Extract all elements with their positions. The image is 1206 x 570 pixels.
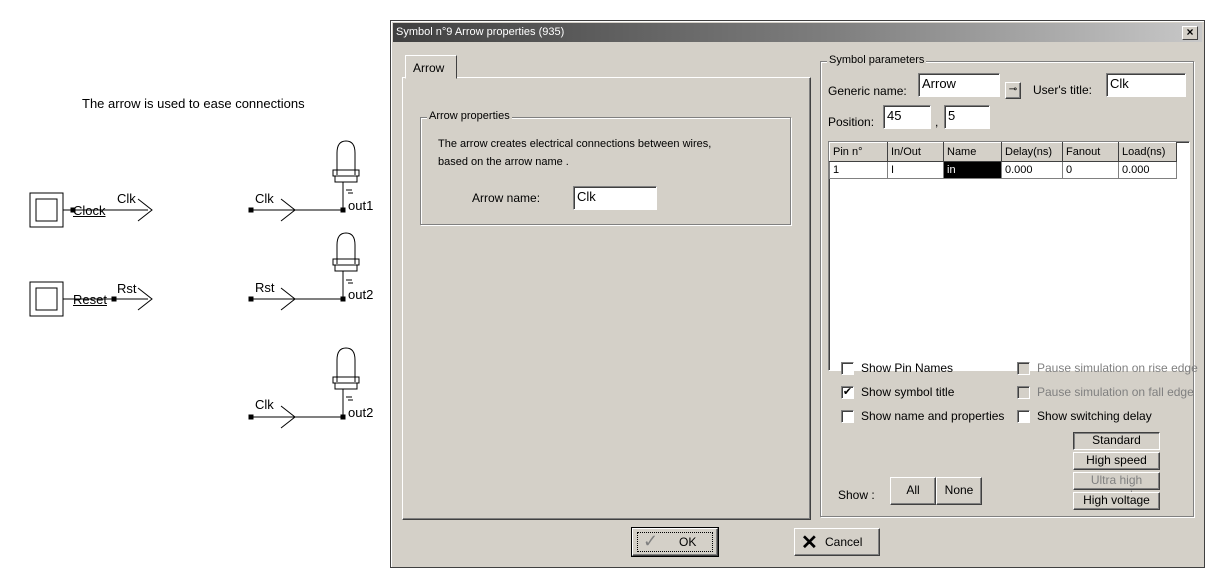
pause-fall-checkbox[interactable]: [1017, 386, 1030, 399]
pause-rise-label: Pause simulation on rise edge: [1037, 361, 1198, 375]
pin-cell[interactable]: 0.000: [1118, 161, 1177, 179]
show-switching-delay-label: Show switching delay: [1037, 409, 1152, 423]
pause-fall-label: Pause simulation on fall edge: [1037, 385, 1194, 399]
show-name-props-checkbox[interactable]: [841, 410, 854, 423]
show-symbol-title-label: Show symbol title: [861, 385, 955, 399]
position-label: Position:: [828, 115, 875, 129]
show-switching-delay-checkbox[interactable]: [1017, 410, 1030, 423]
cancel-button[interactable]: ✕ Cancel: [794, 528, 880, 556]
clk-arrow-label-1: Clk: [117, 191, 136, 206]
reset-input-label: Reset: [73, 292, 107, 307]
tab-arrow[interactable]: Arrow: [405, 55, 457, 79]
ok-button[interactable]: ✓ OK: [631, 527, 719, 557]
led2-circuit: [248, 232, 360, 311]
led1-circuit: [248, 140, 360, 222]
clk-arrow-label-3: Clk: [255, 397, 274, 412]
dialog-title: Symbol n°9 Arrow properties (935): [396, 26, 565, 38]
rst-arrow-label-2: Rst: [255, 280, 275, 295]
pin-cell[interactable]: 1: [829, 161, 888, 179]
out2-label-b: out2: [348, 405, 374, 420]
clock-input-label: Clock: [73, 203, 106, 218]
check-icon: ✔: [842, 386, 853, 398]
ultra-high-speed-button[interactable]: Ultra high speed: [1073, 472, 1160, 502]
position-y-input[interactable]: 5: [944, 105, 990, 129]
position-x-input[interactable]: 45: [883, 105, 931, 129]
pin-cell[interactable]: I: [887, 161, 944, 179]
arrow-properties-dialog: Symbol n°9 Arrow properties (935) × Arro…: [390, 20, 1205, 568]
pin-table-row[interactable]: 1 Iin 0.000 0 0.000: [829, 161, 1177, 179]
dialog-titlebar[interactable]: Symbol n°9 Arrow properties (935) ×: [393, 23, 1202, 42]
standard-speed-button[interactable]: Standard: [1073, 432, 1160, 450]
pin-column-header[interactable]: Pin n°: [829, 142, 888, 162]
pin-column-header[interactable]: In/Out: [887, 142, 944, 162]
show-symbol-title-checkbox[interactable]: ✔: [841, 386, 854, 399]
generic-name-key-button[interactable]: ⊸: [1005, 82, 1021, 99]
show-label: Show :: [838, 488, 875, 502]
cancel-button-label: Cancel: [825, 535, 863, 549]
out2-label-a: out2: [348, 287, 374, 302]
show-name-props-label: Show name and properties: [861, 409, 1005, 423]
pin-cell[interactable]: 0: [1062, 161, 1119, 179]
pin-cell[interactable]: in: [943, 161, 1002, 179]
close-icon: ×: [1186, 25, 1194, 39]
key-icon: ⊸: [1008, 84, 1018, 95]
pause-rise-checkbox[interactable]: [1017, 362, 1030, 375]
pin-column-header[interactable]: Load(ns): [1118, 142, 1177, 162]
pin-cell[interactable]: 0.000: [1001, 161, 1063, 179]
show-pin-names-label: Show Pin Names: [861, 361, 954, 375]
tab-arrow-label: Arrow: [413, 61, 445, 75]
ok-check-icon: ✓: [643, 531, 659, 551]
arrow-description-line2: based on the arrow name .: [438, 156, 569, 168]
pin-column-header[interactable]: Fanout: [1062, 142, 1119, 162]
cancel-x-icon: ✕: [801, 532, 818, 554]
pin-column-header[interactable]: Delay(ns): [1001, 142, 1063, 162]
close-button[interactable]: ×: [1182, 26, 1198, 40]
arrow-name-input[interactable]: Clk: [573, 186, 657, 210]
pin-table-header: Pin n° In/Out Name Delay(ns) Fanout Load(ns): [829, 142, 1177, 162]
clk-arrow-label-2: Clk: [255, 191, 274, 206]
out1-label: out1: [348, 198, 374, 213]
users-title-input[interactable]: Clk: [1106, 73, 1186, 97]
led3-circuit: [248, 347, 360, 429]
generic-name-input[interactable]: Arrow: [918, 73, 1000, 97]
users-title-label: User's title:: [1033, 83, 1092, 97]
arrow-properties-legend: Arrow properties: [427, 110, 512, 122]
schematic-drawing: [29, 140, 360, 429]
high-voltage-button[interactable]: High voltage: [1073, 492, 1160, 510]
position-separator: ,: [935, 115, 939, 129]
high-speed-button[interactable]: High speed: [1073, 452, 1160, 470]
symbol-parameters-legend: Symbol parameters: [827, 54, 927, 66]
show-none-button[interactable]: None: [936, 477, 982, 505]
pin-column-header[interactable]: Name: [943, 142, 1002, 162]
arrow-description-line1: The arrow creates electrical connections…: [438, 138, 712, 150]
ok-button-label: OK: [679, 535, 697, 549]
generic-name-label: Generic name:: [828, 84, 907, 98]
pin-table: Pin n° In/Out Name Delay(ns) Fanout Load(ns) …: [829, 142, 1177, 179]
arrow-name-label: Arrow name:: [472, 191, 541, 205]
show-all-button[interactable]: All: [890, 477, 936, 505]
rst-arrow-label-1: Rst: [117, 281, 137, 296]
show-pin-names-checkbox[interactable]: [841, 362, 854, 375]
schematic-canvas[interactable]: The arrow is used to ease connections Cl…: [0, 0, 390, 570]
pin-table-container[interactable]: Pin n° In/Out Name Delay(ns) Fanout Load(ns) …: [828, 141, 1190, 371]
